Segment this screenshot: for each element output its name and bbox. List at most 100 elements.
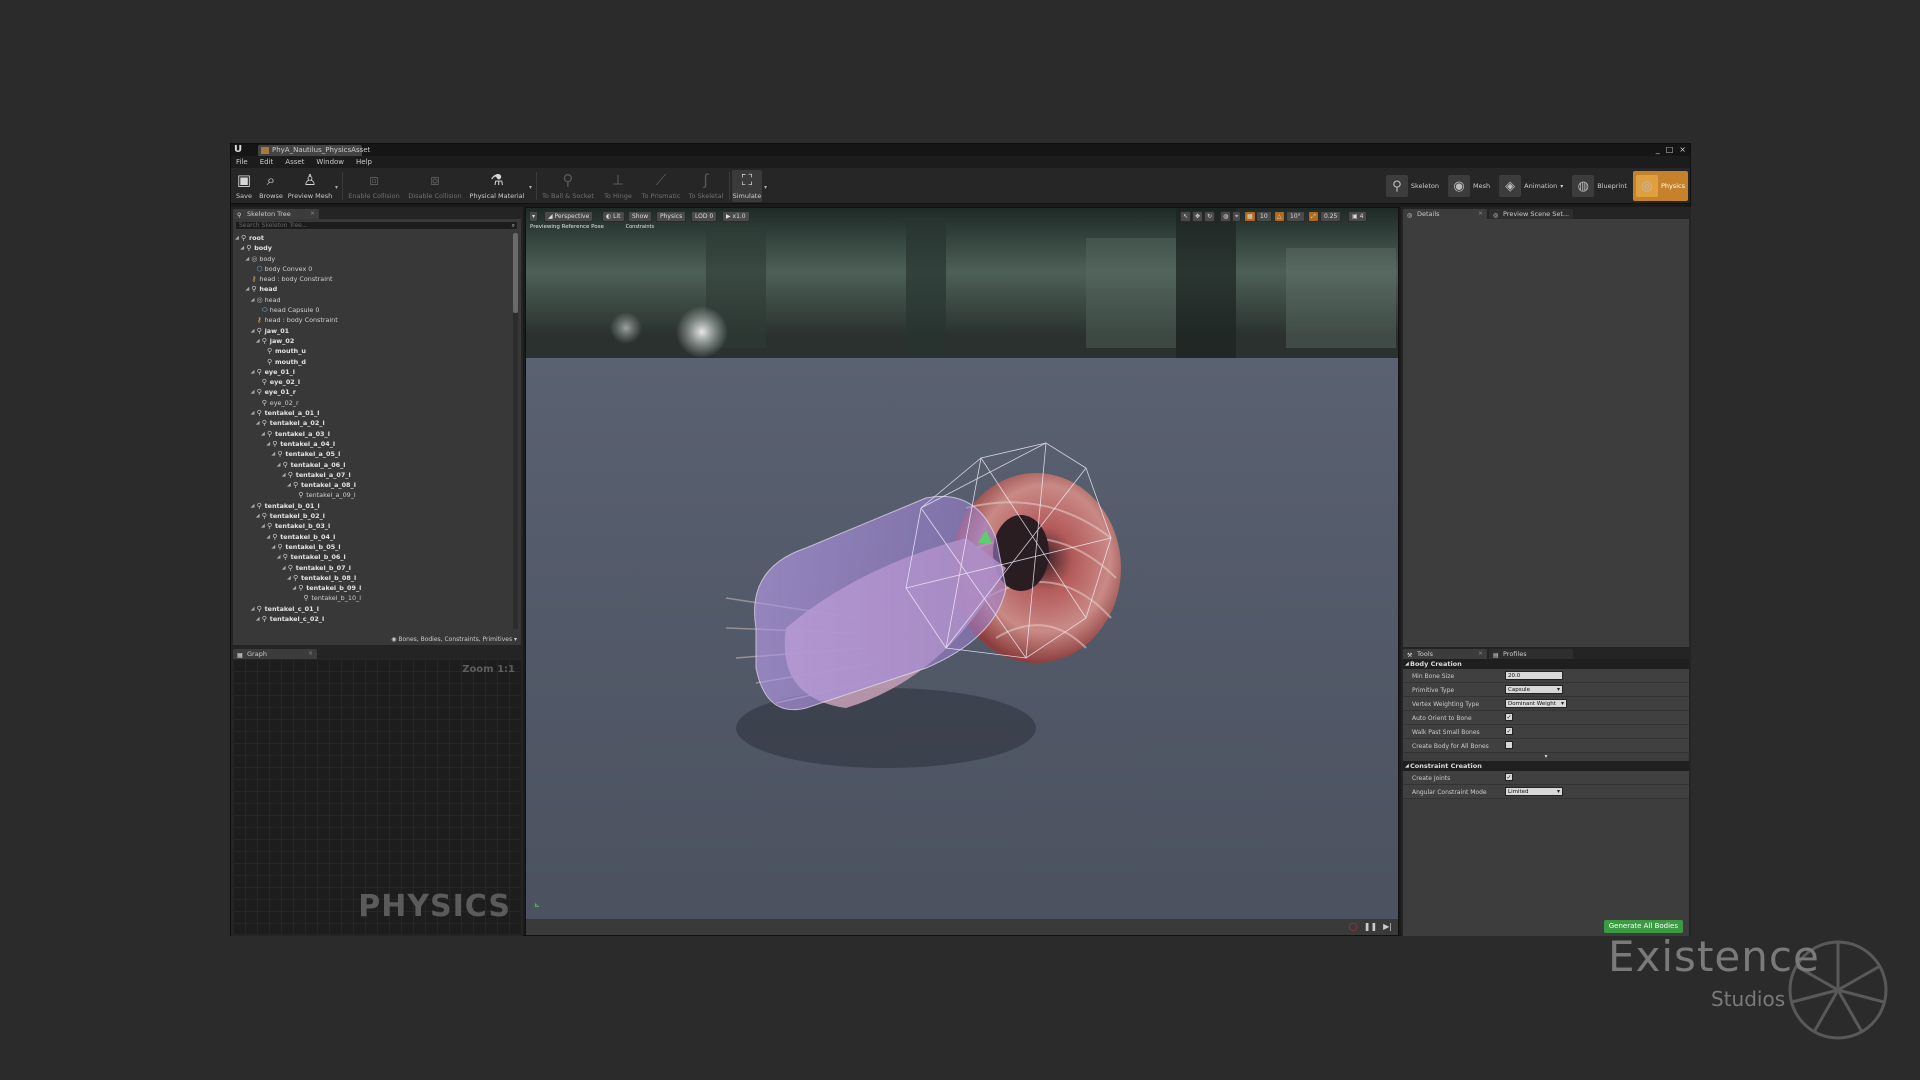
physics-view-button[interactable]: Physics xyxy=(656,211,687,222)
tree-row[interactable]: ⚲ tentakel_a_09_l xyxy=(235,490,509,500)
auto-orient-checkbox[interactable]: ✓ xyxy=(1505,713,1513,721)
simulate-dropdown-icon[interactable]: ▾ xyxy=(764,184,767,191)
close-tab-icon[interactable]: × xyxy=(1478,649,1483,659)
scale-snap-icon[interactable]: ⤢ xyxy=(1308,211,1319,222)
tree-expand-icon[interactable]: ◢ xyxy=(245,254,249,264)
tree-expand-icon[interactable]: ◢ xyxy=(256,418,260,428)
tree-expand-icon[interactable]: ◢ xyxy=(282,563,286,573)
to-skeletal-button[interactable]: ʃ To Skeletal xyxy=(685,170,727,202)
preview-mesh-dropdown-icon[interactable]: ▾ xyxy=(335,184,338,191)
tree-row[interactable]: ◢ ⚲ tentakel_b_05_l xyxy=(235,542,509,552)
document-tab[interactable]: PhyA_Nautilus_PhysicsAsset xyxy=(258,145,370,156)
angular-mode-select[interactable]: Limited xyxy=(1505,787,1563,796)
tree-row[interactable]: ⚲ tentakel_b_10_l xyxy=(235,593,509,603)
tree-row[interactable]: ◢ ⚲ tentakel_a_05_l xyxy=(235,449,509,459)
tree-row[interactable]: ◢ ⚲ tentakel_b_01_l xyxy=(235,501,509,511)
tree-row[interactable]: ◢ ⚲ tentakel_a_06_l xyxy=(235,460,509,470)
close-button[interactable]: × xyxy=(1679,144,1686,156)
tree-row[interactable]: ◢ ⚲ tentakel_b_08_l xyxy=(235,573,509,583)
nautilus-model[interactable] xyxy=(526,208,1399,936)
tree-expand-icon[interactable]: ◢ xyxy=(277,552,281,562)
record-icon[interactable]: ◯ xyxy=(1349,922,1358,931)
tree-row[interactable]: ⚷ head : body Constraint xyxy=(235,315,509,325)
playback-speed-button[interactable]: ▶ x1.0 xyxy=(722,211,750,222)
to-ball-socket-button[interactable]: ⚲ To Ball & Socket xyxy=(539,170,597,202)
tree-expand-icon[interactable]: ◢ xyxy=(251,501,255,511)
tree-expand-icon[interactable]: ◢ xyxy=(266,439,270,449)
tree-row[interactable]: ◢ ⚲ tentakel_a_03_l xyxy=(235,429,509,439)
tree-row[interactable]: ◢ ⚲ body xyxy=(235,243,509,253)
menu-window[interactable]: Window xyxy=(316,156,344,168)
tree-row[interactable]: ◢ ⚲ tentakel_c_01_l xyxy=(235,604,509,614)
to-hinge-button[interactable]: ⟂ To Hinge xyxy=(599,170,637,202)
tab-graph[interactable]: ▦ Graph × xyxy=(233,649,317,659)
create-body-all-checkbox[interactable] xyxy=(1505,741,1513,749)
tree-row[interactable]: ⚷ head : body Constraint xyxy=(235,274,509,284)
tree-row[interactable]: ◢ ⚲ tentakel_b_03_l xyxy=(235,521,509,531)
constraint-creation-header[interactable]: ◢ Constraint Creation xyxy=(1403,761,1689,771)
tree-row[interactable]: ◢ ⚲ eye_01_r xyxy=(235,387,509,397)
tree-row[interactable]: ◢ ⚲ jaw_01 xyxy=(235,326,509,336)
tree-expand-icon[interactable]: ◢ xyxy=(292,583,296,593)
save-button[interactable]: ▣ Save xyxy=(233,170,255,202)
mode-skeleton[interactable]: ⚲ Skeleton xyxy=(1383,171,1442,201)
tab-details[interactable]: ◎ Details × xyxy=(1403,209,1487,219)
tree-row[interactable]: ⚲ eye_02_r xyxy=(235,398,509,408)
mode-mesh[interactable]: ◉ Mesh xyxy=(1445,171,1493,201)
tree-expand-icon[interactable]: ◢ xyxy=(235,233,239,243)
tree-expand-icon[interactable]: ◢ xyxy=(251,367,255,377)
tree-expand-icon[interactable]: ◢ xyxy=(251,387,255,397)
rotate-icon[interactable]: ↻ xyxy=(1204,211,1216,222)
tree-row[interactable]: ◢ ⚲ head xyxy=(235,284,509,294)
tree-expand-icon[interactable]: ◢ xyxy=(251,326,255,336)
show-button[interactable]: Show xyxy=(628,211,653,222)
tree-row[interactable]: ⚲ mouth_u xyxy=(235,346,509,356)
tree-expand-icon[interactable]: ◢ xyxy=(271,542,275,552)
enable-collision-button[interactable]: ⧈ Enable Collision xyxy=(345,170,403,202)
tree-expand-icon[interactable]: ◢ xyxy=(287,573,291,583)
menu-asset[interactable]: Asset xyxy=(285,156,304,168)
browse-button[interactable]: ⌕ Browse xyxy=(257,170,285,202)
tree-expand-icon[interactable]: ◢ xyxy=(256,336,260,346)
minimize-button[interactable]: _ xyxy=(1656,144,1660,156)
tab-skeleton-tree[interactable]: ⚲ Skeleton Tree × xyxy=(233,209,319,219)
tree-expand-icon[interactable]: ◢ xyxy=(240,243,244,253)
tree-row[interactable]: ◢ ⚲ tentakel_a_07_l xyxy=(235,470,509,480)
menu-file[interactable]: File xyxy=(236,156,248,168)
tree-row[interactable]: ◢ ◎ body xyxy=(235,254,509,264)
advanced-expander-icon[interactable]: ▾ xyxy=(1403,753,1689,761)
tree-expand-icon[interactable]: ◢ xyxy=(256,614,260,624)
min-bone-size-input[interactable]: 20.0 xyxy=(1505,671,1563,680)
tree-expand-icon[interactable]: ◢ xyxy=(256,511,260,521)
tab-profiles[interactable]: ▤ Profiles xyxy=(1489,649,1573,659)
mode-physics[interactable]: ◎ Physics xyxy=(1632,171,1688,201)
tree-row[interactable]: ◢ ⚲ tentakel_a_01_l xyxy=(235,408,509,418)
scale-snap-value[interactable]: 0.25 xyxy=(1320,211,1342,222)
tree-expand-icon[interactable]: ◢ xyxy=(261,429,265,439)
pause-icon[interactable]: ❚❚ xyxy=(1364,922,1377,931)
perspective-button[interactable]: ◢ Perspective xyxy=(544,211,594,222)
lit-button[interactable]: ◐ Lit xyxy=(602,211,625,222)
mode-blueprint[interactable]: ◍ Blueprint xyxy=(1569,171,1630,201)
tab-preview-scene-settings[interactable]: ◎ Preview Scene Set... xyxy=(1489,209,1573,219)
camera-speed-button[interactable]: ▣ 4 xyxy=(1348,211,1368,222)
tree-expand-icon[interactable]: ◢ xyxy=(261,521,265,531)
tree-row[interactable]: ⚲ mouth_d xyxy=(235,357,509,367)
physical-material-dropdown-icon[interactable]: ▾ xyxy=(529,184,532,191)
walk-past-checkbox[interactable]: ✓ xyxy=(1505,727,1513,735)
tree-scrollbar-thumb[interactable] xyxy=(513,233,518,313)
tree-row[interactable]: ◢ ⚲ root xyxy=(235,233,509,243)
tree-expand-icon[interactable]: ◢ xyxy=(251,408,255,418)
tree-row[interactable]: ◢ ⚲ tentakel_b_04_l xyxy=(235,532,509,542)
menu-edit[interactable]: Edit xyxy=(260,156,274,168)
skeleton-search-input[interactable]: Search Skeleton Tree... ⌕ xyxy=(235,221,518,230)
rotation-snap-icon[interactable]: △ xyxy=(1274,211,1285,222)
maximize-button[interactable]: □ xyxy=(1666,144,1674,156)
tree-row[interactable]: ◢ ⚲ tentakel_b_02_l xyxy=(235,511,509,521)
tree-expand-icon[interactable]: ◢ xyxy=(245,284,249,294)
viewport[interactable]: ▾ ◢ Perspective ◐ Lit Show Physics LOD 0… xyxy=(525,207,1399,936)
body-creation-header[interactable]: ◢ Body Creation xyxy=(1403,659,1689,669)
simulate-button[interactable]: ⛶ Simulate xyxy=(732,170,762,202)
tree-row[interactable]: ◢ ⚲ jaw_02 xyxy=(235,336,509,346)
viewport-options-button[interactable]: ▾ xyxy=(529,211,539,222)
